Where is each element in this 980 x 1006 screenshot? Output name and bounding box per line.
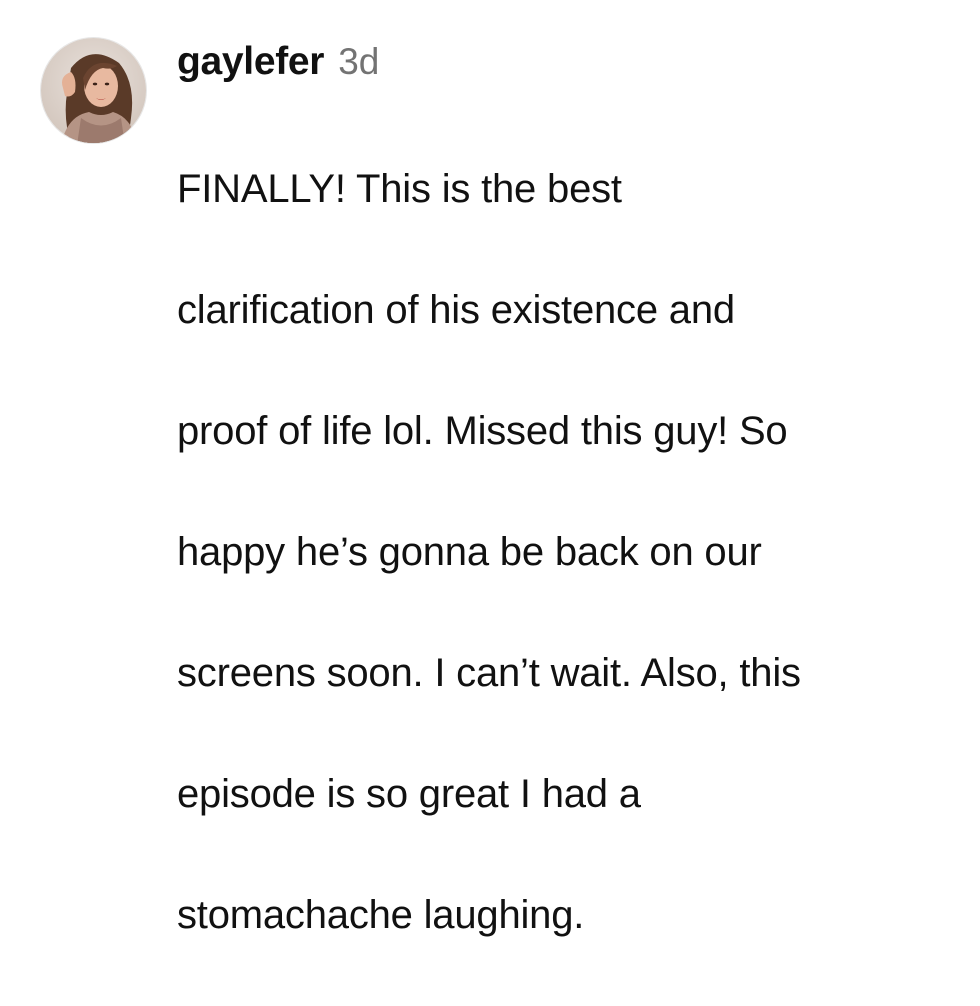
comment-line: screens soon. I can’t wait. Also, this [177,650,801,695]
profile-photo-icon [41,38,146,143]
comment: gaylefer 3d FINALLY! This is the best cl… [0,0,980,937]
comment-line: episode is so great I had a [177,771,641,816]
comment-line: proof of life lol. Missed this guy! So [177,408,788,453]
username[interactable]: gaylefer [177,40,324,84]
comment-line: FINALLY! This is the best [177,166,622,211]
comment-line: clarification of his existence and [177,287,735,332]
comment-line: stomachache laughing. [177,892,585,937]
comment-content: gaylefer 3d FINALLY! This is the best cl… [177,40,967,1006]
avatar[interactable] [40,37,147,144]
comment-header: gaylefer 3d [177,40,967,98]
timestamp[interactable]: 3d [338,41,379,83]
comment-text: FINALLY! This is the best clarification … [177,98,967,1006]
comment-line: happy he’s gonna be back on our [177,529,762,574]
